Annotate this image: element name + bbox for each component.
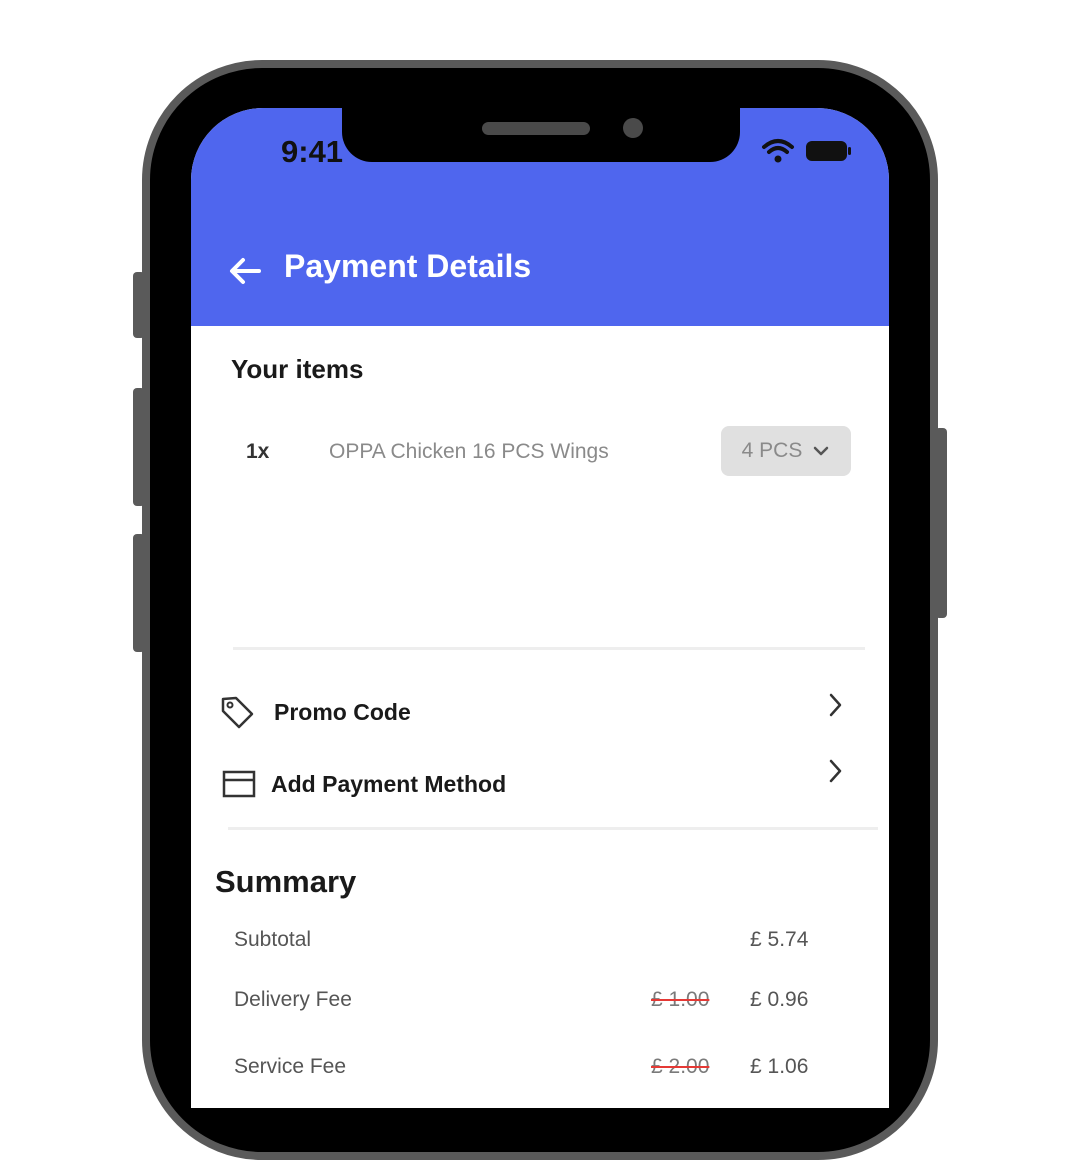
divider [228,827,878,830]
subtotal-label: Subtotal [234,928,312,951]
tag-icon [221,696,254,729]
page-title: Payment Details [284,248,532,284]
speaker-grille [482,122,590,135]
service-fee-value: £ 1.06 [750,1055,809,1078]
item-quantity: 1x [246,440,270,463]
status-icons [761,138,853,164]
add-payment-method-row[interactable]: Add Payment Method [222,764,852,804]
status-time: 9:41 [281,134,344,169]
summary-title: Summary [215,864,357,899]
add-payment-method-label: Add Payment Method [271,770,507,797]
divider [233,647,865,650]
delivery-fee-label: Delivery Fee [234,988,352,1011]
subtotal-value: £ 5.74 [750,928,809,951]
item-name: OPPA Chicken 16 PCS Wings [329,440,609,463]
promo-code-row[interactable]: Promo Code [219,692,849,732]
delivery-fee-original: £ 1.00 [651,988,710,1011]
promo-code-label: Promo Code [274,698,411,725]
service-fee-original: £ 2.00 [651,1055,710,1078]
items-section-title: Your items [231,354,364,384]
back-arrow-icon[interactable] [227,253,263,289]
variant-value: 4 PCS [741,439,803,462]
phone-notch [342,100,740,162]
front-camera [623,118,643,138]
battery-icon [806,141,851,161]
credit-card-icon [222,770,256,798]
delivery-fee-value: £ 0.96 [750,988,809,1011]
chevron-right-icon[interactable] [825,692,845,718]
chevron-down-icon [814,446,829,456]
app-screen: 9:41 Payment Details Your items 1x OPPA … [191,108,889,1108]
variant-select[interactable]: 4 PCS [721,426,851,476]
service-fee-label: Service Fee [234,1055,347,1078]
wifi-icon [762,139,794,163]
chevron-right-icon[interactable] [825,758,845,784]
